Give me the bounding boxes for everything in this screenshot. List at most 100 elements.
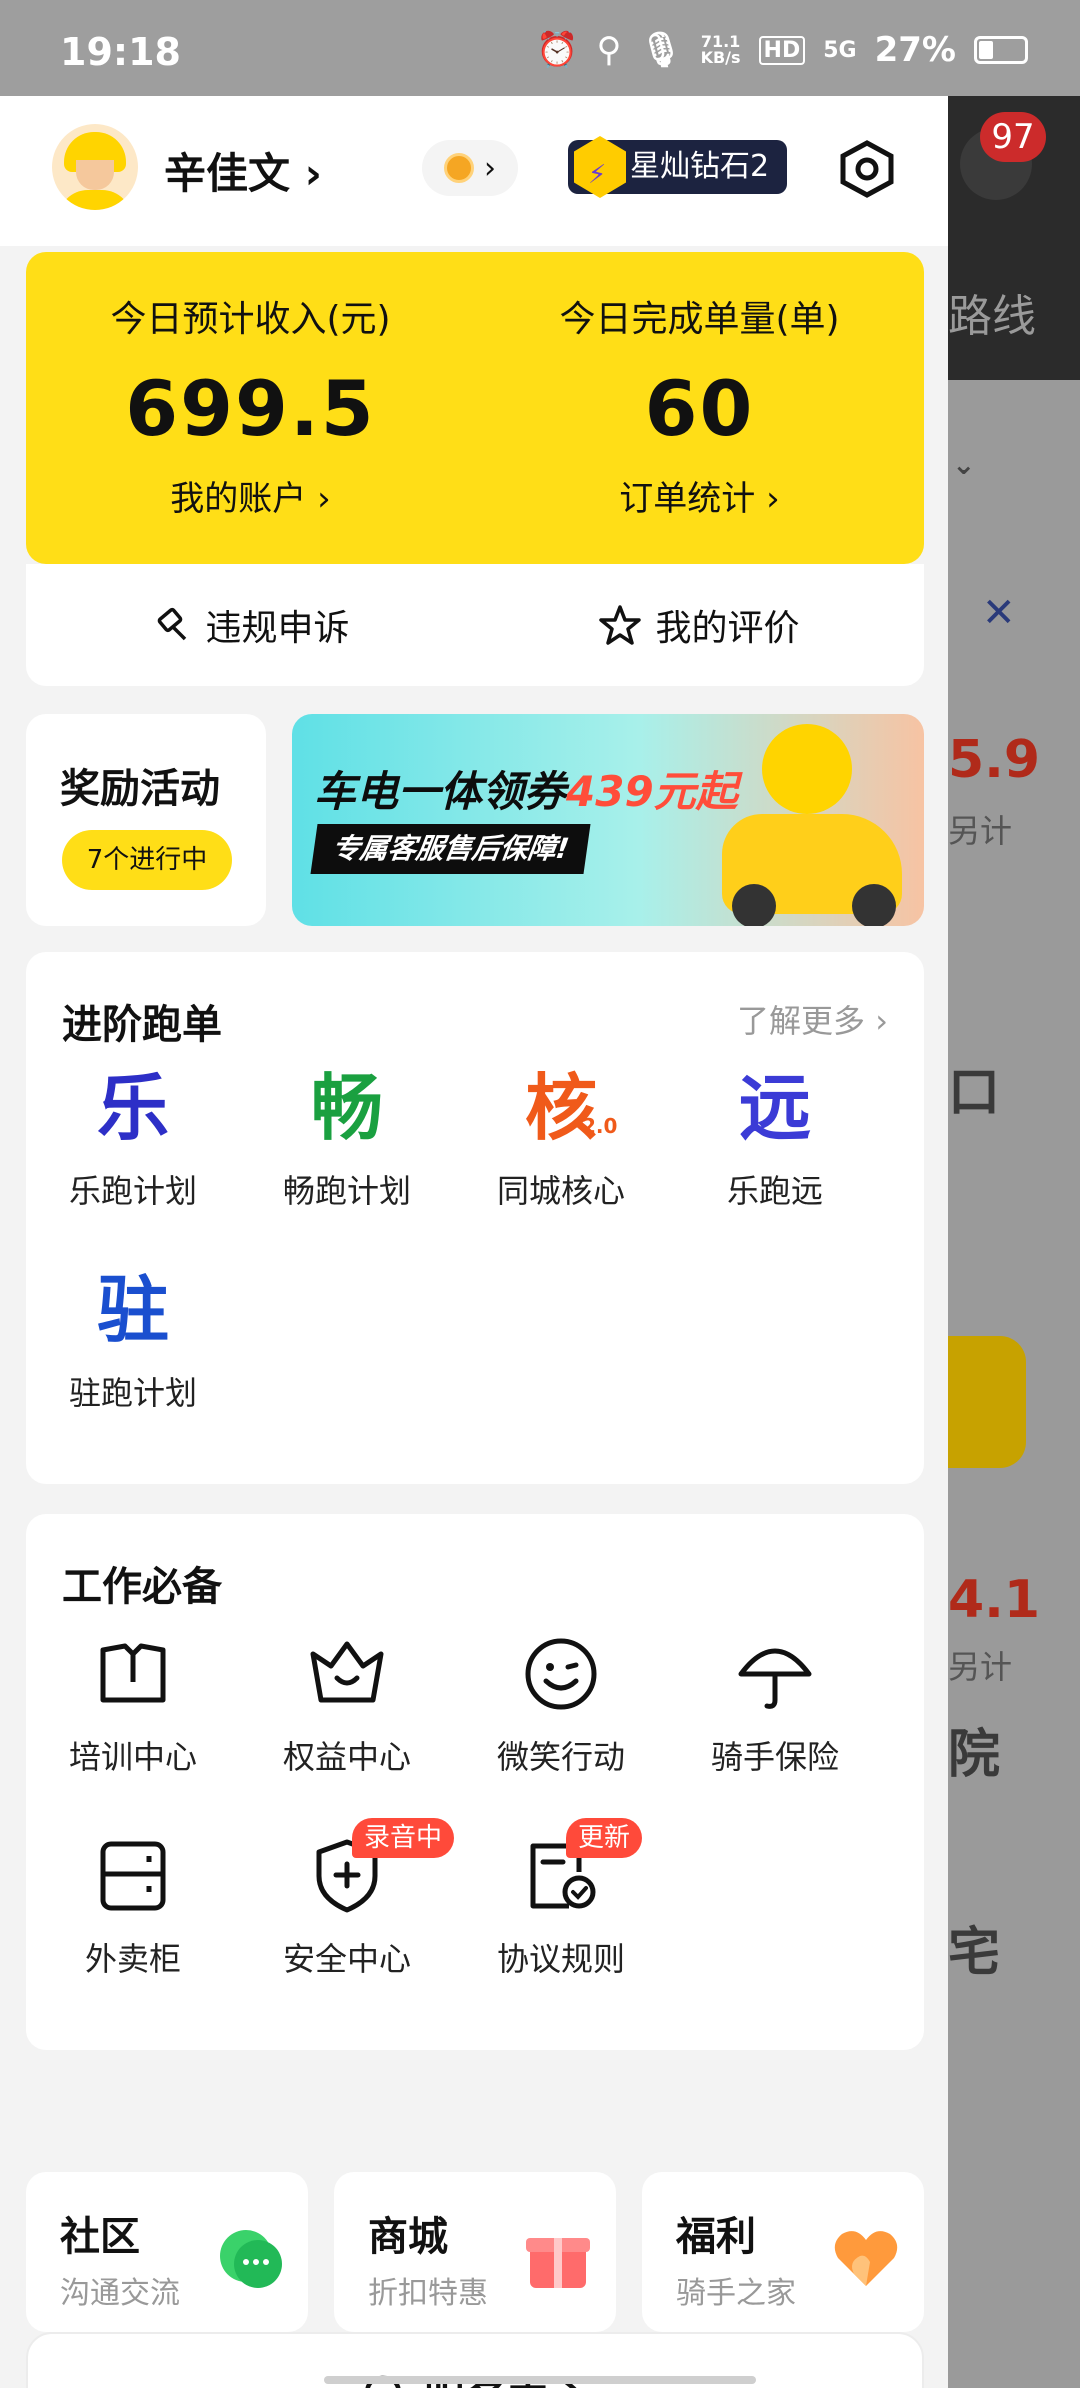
orders-label: 今日完成单量(单) bbox=[559, 299, 840, 340]
notification-count-badge: 97 bbox=[980, 112, 1046, 162]
plan-item-label: 乐跑远 bbox=[726, 1172, 823, 1210]
chat-bubble-icon bbox=[220, 2230, 282, 2288]
welfare-card[interactable]: 福利 骑手之家 bbox=[642, 2172, 924, 2332]
safety-center-item[interactable]: 录音中 安全中心 bbox=[240, 1818, 454, 1980]
my-account-link[interactable]: 我的账户 › bbox=[26, 471, 475, 520]
plan-item-chang[interactable]: 畅 畅跑计划 bbox=[240, 1062, 454, 1212]
diamond-icon bbox=[574, 136, 626, 198]
rewards-card[interactable]: 奖励活动 7个进行中 bbox=[26, 714, 266, 926]
background-fragment-2: 宅 bbox=[948, 1923, 1001, 1983]
scooter-wheel bbox=[852, 884, 896, 926]
rewards-count-badge: 7个进行中 bbox=[62, 830, 232, 890]
gift-icon bbox=[526, 2238, 590, 2288]
side-drawer: 辛佳文 › › 星灿钻石2 今日预计收入(元) 699.5 我的账户 › 今日完… bbox=[0, 96, 948, 2388]
plan-item-core[interactable]: 核 2.0 同城核心 bbox=[454, 1062, 668, 1212]
umbrella-icon bbox=[738, 1648, 812, 1709]
plan-item-le[interactable]: 乐 乐跑计划 bbox=[26, 1062, 240, 1212]
work-essentials-section: 工作必备 培训中心 权益中心 微笑行动 骑手保险 外卖柜 录音中 安全中心 更新… bbox=[26, 1514, 924, 2050]
vip-level-badge[interactable]: 星灿钻石2 bbox=[568, 136, 788, 198]
avatar[interactable] bbox=[52, 124, 138, 210]
banner-headline: 车电一体领券439元起 bbox=[314, 758, 738, 819]
update-tag: 更新 bbox=[566, 1818, 643, 1858]
smile-action-item[interactable]: 微笑行动 bbox=[454, 1628, 668, 1778]
chevron-right-icon: › bbox=[766, 479, 780, 519]
plan-item-label: 乐跑计划 bbox=[68, 1172, 197, 1210]
locker-item[interactable]: 外卖柜 bbox=[26, 1830, 240, 1980]
crown-icon bbox=[310, 1641, 384, 1703]
learn-more-link[interactable]: 了解更多 › bbox=[737, 996, 888, 1042]
my-rating-button[interactable]: 我的评价 bbox=[475, 564, 924, 686]
earnings-card: 今日预计收入(元) 699.5 我的账户 › 今日完成单量(单) 60 订单统计… bbox=[26, 252, 924, 564]
background-sub-2: 另计 bbox=[948, 1648, 1013, 1686]
my-rating-label: 我的评价 bbox=[655, 608, 800, 649]
chevron-right-icon: › bbox=[484, 150, 496, 186]
orders-value: 60 bbox=[644, 364, 755, 453]
close-icon: ✕ bbox=[982, 590, 1016, 636]
hd-badge: HD bbox=[758, 35, 806, 65]
rider-insurance-item[interactable]: 骑手保险 bbox=[668, 1628, 882, 1778]
status-time: 19:18 bbox=[60, 30, 181, 74]
benefits-center-item[interactable]: 权益中心 bbox=[240, 1628, 454, 1778]
mini-card-title: 社区 bbox=[60, 2214, 140, 2260]
rewards-title: 奖励活动 bbox=[60, 766, 220, 812]
advanced-plans-section: 进阶跑单 了解更多 › 乐 乐跑计划 畅 畅跑计划 核 2.0 同城核心 远 乐跑… bbox=[26, 952, 924, 1484]
income-column: 今日预计收入(元) 699.5 我的账户 › bbox=[26, 290, 475, 520]
le-plan-icon: 乐 bbox=[96, 1066, 169, 1150]
home-indicator[interactable] bbox=[324, 2376, 756, 2384]
status-bar: 19:18 ⏰ ⚲ 🎙 71.1 KB/s HD 5G 27% bbox=[0, 0, 1080, 96]
coin-button[interactable]: › bbox=[422, 140, 518, 196]
banner-headline-prefix: 车电一体领券 bbox=[314, 767, 567, 816]
advanced-plans-title: 进阶跑单 bbox=[62, 1002, 222, 1048]
background-fragment-3: 口 bbox=[948, 1063, 1001, 1123]
community-card[interactable]: 社区 沟通交流 bbox=[26, 2172, 308, 2332]
quick-links-row: 违规申诉 我的评价 bbox=[26, 564, 924, 686]
mini-card-title: 商城 bbox=[368, 2214, 448, 2260]
profile-header: 辛佳文 › › 星灿钻石2 bbox=[0, 96, 948, 246]
locker-icon bbox=[100, 1841, 166, 1911]
agreement-rules-item[interactable]: 更新 协议规则 bbox=[454, 1818, 668, 1980]
plan-item-zhu[interactable]: 驻 驻跑计划 bbox=[26, 1264, 240, 1414]
mic-icon: 🎙 bbox=[639, 30, 683, 70]
learn-more-label: 了解更多 bbox=[737, 1002, 866, 1040]
gavel-icon bbox=[158, 607, 187, 641]
location-icon: ⚲ bbox=[596, 30, 622, 70]
training-center-item[interactable]: 培训中心 bbox=[26, 1628, 240, 1778]
plan-item-label: 同城核心 bbox=[496, 1172, 625, 1210]
essential-item-label: 权益中心 bbox=[282, 1738, 411, 1776]
plan-item-label: 驻跑计划 bbox=[68, 1374, 197, 1412]
banner-subline: 专属客服售后保障! bbox=[310, 824, 591, 874]
status-indicators: ⏰ ⚲ 🎙 71.1 KB/s HD 5G 27% bbox=[536, 30, 1028, 70]
signal-indicator: 5G bbox=[823, 37, 857, 63]
core-plan-version: 2.0 bbox=[582, 1114, 618, 1138]
coin-icon bbox=[444, 153, 474, 183]
alarm-icon: ⏰ bbox=[536, 30, 579, 70]
chevron-right-icon: › bbox=[317, 479, 331, 519]
violation-appeal-button[interactable]: 违规申诉 bbox=[26, 564, 475, 686]
core-plan-icon: 核 2.0 bbox=[454, 1062, 668, 1154]
net-speed-unit: KB/s bbox=[700, 48, 741, 67]
essential-item-label: 安全中心 bbox=[282, 1940, 411, 1978]
user-name: 辛佳文 bbox=[164, 149, 291, 198]
orders-column: 今日完成单量(单) 60 订单统计 › bbox=[475, 290, 924, 520]
promo-banner[interactable]: 车电一体领券439元起 专属客服售后保障! bbox=[292, 714, 924, 926]
essential-item-label: 骑手保险 bbox=[710, 1738, 839, 1776]
net-speed: 71.1 KB/s bbox=[701, 34, 741, 66]
settings-hex-icon[interactable] bbox=[838, 140, 896, 198]
recording-tag: 录音中 bbox=[352, 1818, 454, 1858]
mall-card[interactable]: 商城 折扣特惠 bbox=[334, 2172, 616, 2332]
profile-name-link[interactable]: 辛佳文 › bbox=[164, 140, 322, 201]
plan-item-far[interactable]: 远 乐跑远 bbox=[668, 1062, 882, 1212]
mini-card-subtitle: 沟通交流 bbox=[60, 2276, 180, 2311]
essential-item-label: 协议规则 bbox=[496, 1940, 625, 1978]
mini-card-subtitle: 骑手之家 bbox=[676, 2276, 796, 2311]
chevron-down-icon: ⌄ bbox=[952, 448, 976, 481]
essential-item-label: 微笑行动 bbox=[496, 1738, 625, 1776]
zhu-plan-icon: 驻 bbox=[96, 1268, 169, 1352]
order-stats-link[interactable]: 订单统计 › bbox=[475, 471, 924, 520]
essential-item-label: 外卖柜 bbox=[84, 1940, 181, 1978]
income-label: 今日预计收入(元) bbox=[110, 299, 391, 340]
chang-plan-icon: 畅 bbox=[310, 1066, 383, 1150]
smile-icon bbox=[525, 1638, 597, 1710]
order-stats-label: 订单统计 bbox=[619, 479, 756, 519]
background-sub-1: 另计 bbox=[948, 812, 1013, 850]
